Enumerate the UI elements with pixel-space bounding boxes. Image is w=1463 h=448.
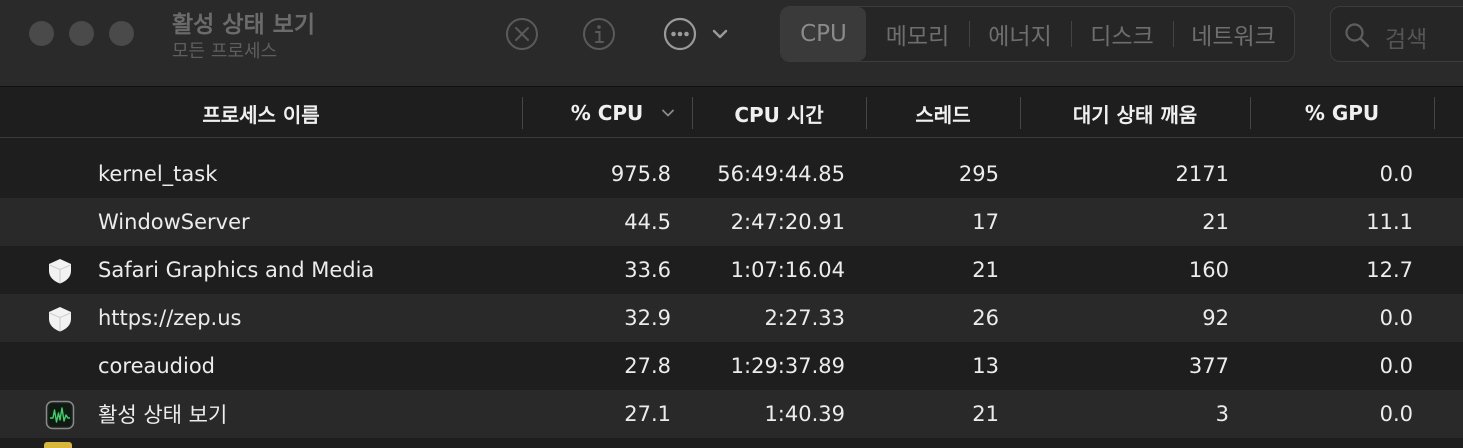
gpu-percent: 11.1	[1366, 210, 1413, 234]
zoom-window-button[interactable]	[109, 21, 134, 46]
process-name: coreaudiod	[98, 354, 216, 378]
tab-cpu[interactable]: CPU	[781, 7, 866, 61]
gpu-percent: 0.0	[1379, 402, 1413, 426]
thread-count: 13	[972, 354, 999, 378]
cpu-percent: 27.8	[624, 354, 671, 378]
gpu-percent: 0.0	[1379, 306, 1413, 330]
search-icon	[1343, 21, 1371, 49]
process-name: Safari Graphics and Media	[98, 258, 375, 282]
tab-disk[interactable]: 디스크	[1071, 7, 1173, 61]
cpu-time: 1:40.39	[764, 402, 845, 426]
activity-monitor-icon	[45, 400, 75, 430]
minimize-window-button[interactable]	[69, 21, 94, 46]
column-header-process-name[interactable]: 프로세스 이름	[0, 87, 522, 139]
table-row[interactable]	[0, 438, 1463, 448]
idle-wakeups: 160	[1188, 258, 1229, 282]
xmark-circle-icon[interactable]	[504, 16, 540, 52]
process-name: WindowServer	[98, 210, 250, 234]
gpu-percent: 0.0	[1379, 354, 1413, 378]
idle-wakeups: 377	[1188, 354, 1229, 378]
cpu-percent: 32.9	[624, 306, 671, 330]
process-name: kernel_task	[98, 162, 218, 186]
thread-count: 17	[972, 210, 999, 234]
thread-count: 26	[972, 306, 999, 330]
cpu-percent: 975.8	[610, 162, 671, 186]
sort-descending-icon[interactable]	[660, 105, 676, 121]
tab-memory[interactable]: 메모리	[866, 7, 969, 61]
thread-count: 21	[972, 402, 999, 426]
column-header-threads[interactable]: 스레드	[866, 87, 1020, 139]
close-window-button[interactable]	[29, 21, 54, 46]
app-icon	[44, 442, 72, 448]
cpu-percent: 33.6	[624, 258, 671, 282]
search-field[interactable]: 검색	[1330, 6, 1463, 62]
table-row[interactable]: https://zep.us 32.9 2:27.33 26 92 0.0	[0, 294, 1463, 342]
shield-icon	[45, 256, 75, 286]
chevron-down-icon[interactable]	[710, 24, 730, 44]
table-row[interactable]: WindowServer 44.5 2:47:20.91 17 21 11.1	[0, 198, 1463, 246]
idle-wakeups: 92	[1202, 306, 1229, 330]
column-header-gpu[interactable]: % GPU	[1250, 87, 1434, 139]
table-header: 프로세스 이름 % CPU CPU 시간 스레드 대기 상태 깨움 % GPU	[0, 86, 1463, 138]
tab-energy[interactable]: 에너지	[969, 7, 1071, 61]
idle-wakeups: 21	[1202, 210, 1229, 234]
cpu-time: 1:29:37.89	[730, 354, 845, 378]
window-subtitle: 모든 프로세스	[172, 41, 278, 62]
cpu-percent: 27.1	[624, 402, 671, 426]
thread-count: 21	[972, 258, 999, 282]
cpu-time: 2:27.33	[764, 306, 845, 330]
toolbar: 활성 상태 보기 모든 프로세스 CPU 메모리 에너지 디스크 네트워크 검색	[0, 0, 1463, 86]
gpu-percent: 0.0	[1379, 162, 1413, 186]
column-divider[interactable]	[1434, 97, 1435, 129]
column-header-idle-wakeups[interactable]: 대기 상태 깨움	[1020, 87, 1250, 139]
view-segmented-control: CPU 메모리 에너지 디스크 네트워크	[780, 6, 1295, 62]
process-name: https://zep.us	[98, 306, 242, 330]
cpu-time: 56:49:44.85	[717, 162, 845, 186]
search-placeholder: 검색	[1385, 27, 1428, 53]
column-header-cpu-time[interactable]: CPU 시간	[692, 87, 866, 139]
cpu-percent: 44.5	[624, 210, 671, 234]
shield-icon	[45, 304, 75, 334]
window-title: 활성 상태 보기	[172, 12, 315, 38]
thread-count: 295	[958, 162, 999, 186]
cpu-time: 2:47:20.91	[730, 210, 845, 234]
table-row[interactable]: coreaudiod 27.8 1:29:37.89 13 377 0.0	[0, 342, 1463, 390]
table-row[interactable]: Safari Graphics and Media 33.6 1:07:16.0…	[0, 246, 1463, 294]
process-name: 활성 상태 보기	[98, 403, 228, 427]
table-row[interactable]: 활성 상태 보기 27.1 1:40.39 21 3 0.0	[0, 390, 1463, 438]
gpu-percent: 12.7	[1366, 258, 1413, 282]
tab-network[interactable]: 네트워크	[1173, 7, 1294, 61]
idle-wakeups: 2171	[1175, 162, 1229, 186]
cpu-time: 1:07:16.04	[730, 258, 845, 282]
info-circle-icon[interactable]	[581, 16, 617, 52]
table-row[interactable]: kernel_task 975.8 56:49:44.85 295 2171 0…	[0, 150, 1463, 198]
idle-wakeups: 3	[1215, 402, 1229, 426]
ellipsis-circle-icon[interactable]	[662, 16, 698, 52]
